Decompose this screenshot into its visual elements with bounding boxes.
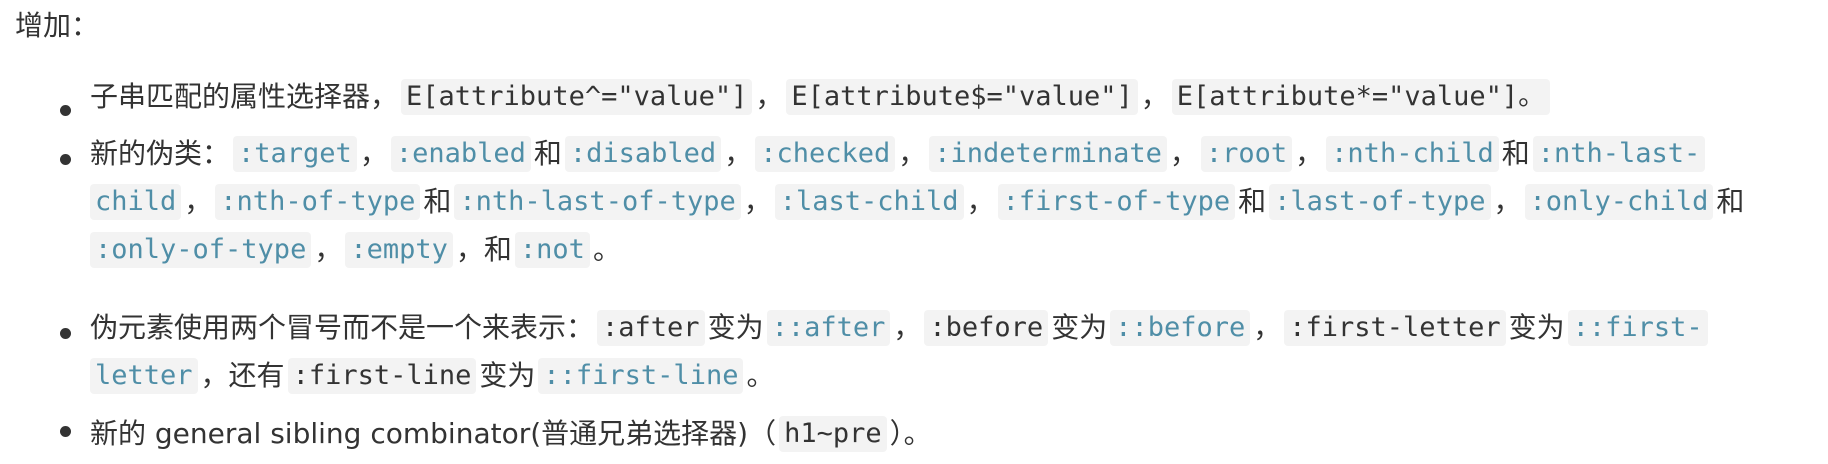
text: 变为: [479, 359, 536, 392]
text: ，: [743, 185, 772, 218]
document: 增加： 子串匹配的属性选择器， E[attribute^="value"]， E[a…: [0, 0, 1828, 464]
code: :last-of-type: [1269, 184, 1491, 220]
code: :nth-of-type: [215, 184, 421, 220]
code: :first-line: [287, 358, 477, 394]
code: :nth-last-of-type: [454, 184, 741, 220]
text: 。: [592, 233, 621, 266]
code: ::after: [766, 310, 891, 346]
text: ，: [359, 137, 388, 170]
code: :last-child: [774, 184, 964, 220]
intro-text: 增加：: [15, 9, 100, 42]
text: ）。: [889, 417, 932, 450]
code: :checked: [755, 136, 896, 172]
text: 。: [746, 359, 775, 392]
text: ，: [898, 137, 927, 170]
code: :before: [924, 310, 1049, 346]
code: h1~pre: [779, 416, 887, 452]
text: ，: [755, 80, 784, 113]
text: 和: [1238, 185, 1267, 218]
code: :indeterminate: [929, 136, 1167, 172]
text: 伪元素使用两个冒号而不是一个来表示：: [90, 311, 595, 344]
text: ，: [893, 311, 922, 344]
text: ，: [184, 185, 213, 218]
text: ，: [966, 185, 995, 218]
code: :first-letter: [1284, 310, 1506, 346]
text: ，: [1169, 137, 1198, 170]
code: child: [90, 184, 182, 220]
text: 变为: [1051, 311, 1108, 344]
line-item-2a: 新的伪类：:target，:enabled 和:disabled，:checked…: [90, 130, 1708, 178]
code: :not: [514, 232, 590, 268]
text: 和: [1501, 137, 1530, 170]
line-item-1: 子串匹配的属性选择器， E[attribute^="value"]， E[attri…: [90, 73, 1553, 121]
code: :enabled: [390, 136, 531, 172]
text: ，: [1295, 137, 1324, 170]
text: ，: [314, 233, 343, 266]
text: ，: [1140, 80, 1169, 113]
text: 和: [1716, 185, 1745, 218]
text: ，: [1253, 311, 1282, 344]
code: ::first-line: [538, 358, 744, 394]
code: :target: [233, 136, 357, 172]
line-item-3b: letter ，还有:first-line 变为::first-line。: [90, 352, 774, 400]
code: :root: [1200, 136, 1293, 172]
code: :first-of-type: [997, 184, 1236, 220]
line-item-3a: 伪元素使用两个冒号而不是一个来表示：:after 变为::after，:befor…: [90, 304, 1711, 352]
bullet-icon: [60, 154, 71, 165]
code: E[attribute$="value"]: [786, 79, 1138, 115]
text: ，还有: [200, 359, 285, 392]
text: ，: [724, 137, 753, 170]
line-item-2c: :only-of-type，:empty ，和:not。: [90, 226, 621, 274]
bullet-icon: [60, 426, 71, 437]
bullet-icon: [60, 328, 71, 339]
line-item-2b: child，:nth-of-type 和:nth-last-of-type，:la…: [90, 178, 1744, 226]
code: :only-child: [1524, 184, 1714, 220]
text: 和: [423, 185, 452, 218]
text: 新的 general sibling combinator(普通兄弟选择器)（: [90, 417, 777, 450]
text: 新的伪类：: [90, 137, 231, 170]
code: :nth-child: [1326, 136, 1499, 172]
code: ::first-: [1567, 310, 1708, 346]
code: :only-of-type: [90, 232, 312, 268]
code: letter: [90, 358, 198, 394]
code: :empty: [345, 232, 453, 268]
text: 变为: [707, 311, 764, 344]
text: 子串匹配的属性选择器，: [90, 80, 399, 113]
text: ，: [1493, 185, 1522, 218]
text: ，和: [455, 233, 512, 266]
text: 变为: [1508, 311, 1565, 344]
code: :nth-last-: [1532, 136, 1706, 172]
text: 和: [533, 137, 562, 170]
code: E[attribute*="value"]。: [1171, 79, 1551, 115]
code: ::before: [1110, 310, 1251, 346]
code: :after: [597, 310, 705, 346]
bullet-icon: [60, 105, 71, 116]
code: :disabled: [564, 136, 722, 172]
code: E[attribute^="value"]: [401, 79, 753, 115]
line-item-4: 新的 general sibling combinator(普通兄弟选择器)（ h…: [90, 410, 932, 458]
